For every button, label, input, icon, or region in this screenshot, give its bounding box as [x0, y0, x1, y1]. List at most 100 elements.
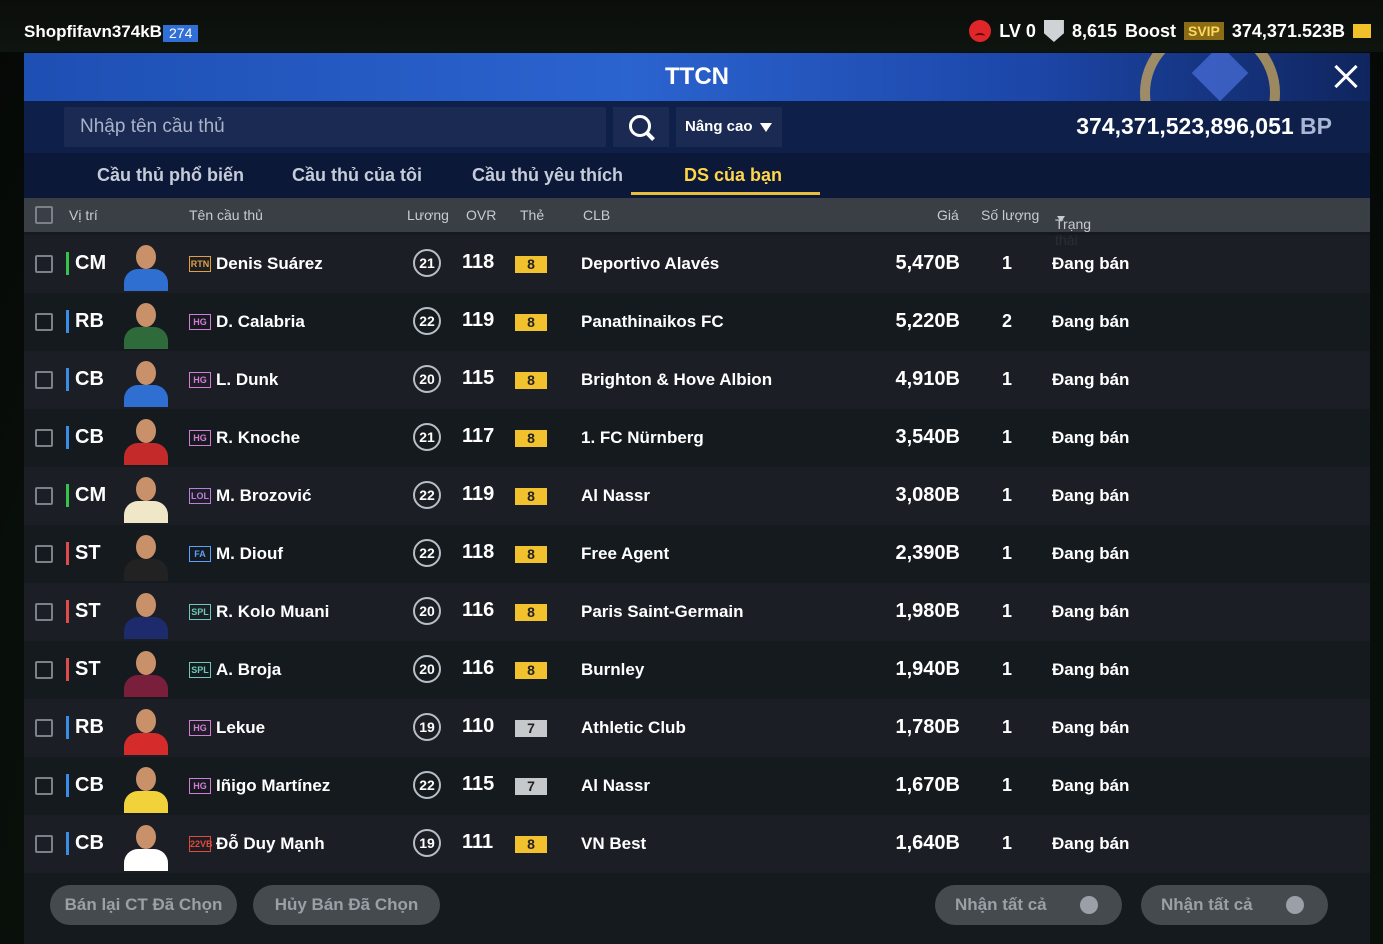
player-row[interactable]: ST FA M. Diouf 22 118 8 Free Agent 2,390B 1 Đang …	[24, 525, 1370, 583]
player-ovr: 119	[462, 483, 495, 505]
col-ovr: OVR	[466, 207, 497, 223]
player-row[interactable]: CB HG R. Knoche 21 117 8 1. FC Nürnberg 3,540B 1…	[24, 409, 1370, 467]
claim-all-items-button[interactable]: Nhận tất cả	[935, 885, 1122, 925]
card-grade-badge: 7	[515, 778, 547, 795]
player-avatar	[120, 587, 172, 639]
player-club: VN Best	[581, 834, 647, 853]
row-checkbox[interactable]	[35, 487, 53, 505]
tab-popular-players[interactable]: Cầu thủ phổ biến	[97, 165, 244, 186]
tab-your-list[interactable]: DS của bạn	[684, 165, 782, 186]
sale-status: Đang bán	[1052, 602, 1130, 621]
player-name[interactable]: A. Broja	[216, 660, 281, 680]
player-club: Paris Saint-Germain	[581, 602, 744, 621]
player-name[interactable]: D. Calabria	[216, 312, 305, 332]
player-name[interactable]: Lekue	[216, 718, 265, 738]
sale-status: Đang bán	[1052, 544, 1130, 563]
tab-favorite-players[interactable]: Cầu thủ yêu thích	[472, 165, 623, 186]
col-quantity: Số lượng	[981, 207, 1040, 223]
boost-label[interactable]: Boost	[1125, 21, 1176, 42]
tab-bar: Cầu thủ phổ biến Cầu thủ của tôi Cầu thủ…	[24, 153, 1370, 198]
player-name[interactable]: L. Dunk	[216, 370, 278, 390]
player-quantity: 1	[1002, 833, 1013, 853]
row-checkbox[interactable]	[35, 313, 53, 331]
salary-badge: 20	[413, 655, 441, 683]
player-price: 1,670B	[895, 774, 961, 796]
sale-status: Đang bán	[1052, 834, 1130, 853]
player-club: Free Agent	[581, 544, 670, 563]
player-ovr: 118	[462, 251, 495, 273]
resell-selected-button[interactable]: Bán lại CT Đã Chọn	[50, 885, 237, 925]
player-price: 4,910B	[895, 368, 961, 390]
player-price: 3,080B	[895, 484, 961, 506]
select-all-checkbox[interactable]	[35, 206, 53, 224]
player-name[interactable]: Đỗ Duy Mạnh	[216, 834, 325, 854]
sale-status: Đang bán	[1052, 428, 1130, 447]
card-grade-badge: 8	[515, 546, 547, 563]
panel-header: TTCN	[24, 53, 1370, 101]
shirt-icon	[1080, 896, 1098, 914]
player-name[interactable]: Denis Suárez	[216, 254, 323, 274]
token-count: 8,615	[1071, 20, 1117, 41]
player-avatar	[120, 529, 172, 581]
season-badge: FA	[189, 546, 211, 562]
player-position: CB	[66, 832, 104, 855]
player-row[interactable]: ST SPL R. Kolo Muani 20 116 8 Paris Saint-Germ…	[24, 583, 1370, 641]
shield-icon	[1043, 20, 1064, 42]
claim-all-bp-button[interactable]: Nhận tất cả	[1141, 885, 1328, 925]
advanced-filter-dropdown[interactable]: Nâng cao	[676, 107, 782, 147]
col-name: Tên cầu thủ	[189, 207, 263, 223]
column-header: Vị trí Tên cầu thủ Lương OVR Thẻ CLB Giá…	[24, 198, 1370, 248]
player-row[interactable]: ST SPL A. Broja 20 116 8 Burnley 1,940B 1 Đang bá…	[24, 641, 1370, 699]
row-checkbox[interactable]	[35, 777, 53, 795]
player-row[interactable]: RB HG Lekue 19 110 7 Athletic Club 1,780B 1 Đang …	[24, 699, 1370, 757]
cancel-sale-selected-button[interactable]: Hủy Bán Đã Chọn	[253, 885, 440, 925]
player-row[interactable]: CM RTN Denis Suárez 21 118 8 Deportivo Alavés 5…	[24, 235, 1370, 293]
sale-status: Đang bán	[1052, 312, 1130, 331]
player-row[interactable]: CB 22VB Đỗ Duy Mạnh 19 111 8 VN Best 1,640B 1 Đan…	[24, 815, 1370, 873]
row-checkbox[interactable]	[35, 719, 53, 737]
row-checkbox[interactable]	[35, 545, 53, 563]
player-row[interactable]: RB HG D. Calabria 22 119 8 Panathinaikos FC 5,2…	[24, 293, 1370, 351]
search-button[interactable]	[613, 107, 669, 147]
player-row[interactable]: CB HG Iñigo Martínez 22 115 7 Al Nassr 1,670B 1 Đ…	[24, 757, 1370, 815]
player-position: CB	[66, 774, 104, 797]
card-grade-badge: 8	[515, 430, 547, 447]
search-row: Nâng cao 374,371,523,896,051 BP	[24, 101, 1370, 153]
player-price: 1,980B	[895, 600, 961, 622]
coin-balance: 374,371.523B	[1231, 20, 1345, 41]
player-name[interactable]: M. Diouf	[216, 544, 283, 564]
footer-actions: Bán lại CT Đã Chọn Hủy Bán Đã Chọn Nhận …	[24, 883, 1370, 939]
card-grade-badge: 8	[515, 256, 547, 273]
user-level-badge: 274	[163, 25, 199, 42]
player-name[interactable]: R. Kolo Muani	[216, 602, 329, 622]
top-status-bar: Shopfifavn374kBp 274 LV 0 8,615 Boost SV…	[0, 0, 1383, 52]
player-quantity: 1	[1002, 775, 1013, 795]
close-icon[interactable]	[1322, 53, 1370, 101]
caret-down-icon	[760, 123, 772, 132]
player-ovr: 119	[462, 309, 495, 331]
player-quantity: 1	[1002, 253, 1013, 273]
tab-my-players[interactable]: Cầu thủ của tôi	[292, 165, 422, 186]
salary-badge: 20	[413, 597, 441, 625]
player-name[interactable]: Iñigo Martínez	[216, 776, 330, 796]
player-row[interactable]: CB HG L. Dunk 20 115 8 Brighton & Hove Albion 4…	[24, 351, 1370, 409]
row-checkbox[interactable]	[35, 835, 53, 853]
player-ovr: 110	[462, 715, 495, 737]
player-name[interactable]: M. Brozović	[216, 486, 311, 506]
player-ovr: 116	[462, 657, 495, 679]
bp-amount: 374,371,523,896,051	[1076, 113, 1294, 139]
row-checkbox[interactable]	[35, 429, 53, 447]
player-ovr: 116	[462, 599, 495, 621]
player-row[interactable]: CM LOL M. Brozović 22 119 8 Al Nassr 3,080B 1 Đan…	[24, 467, 1370, 525]
player-position: RB	[66, 716, 104, 739]
row-checkbox[interactable]	[35, 603, 53, 621]
row-checkbox[interactable]	[35, 255, 53, 273]
salary-badge: 19	[413, 713, 441, 741]
player-name[interactable]: R. Knoche	[216, 428, 300, 448]
player-quantity: 1	[1002, 485, 1013, 505]
search-input[interactable]	[64, 107, 606, 147]
claim-all-bp-label: Nhận tất cả	[1161, 895, 1253, 914]
row-checkbox[interactable]	[35, 661, 53, 679]
row-checkbox[interactable]	[35, 371, 53, 389]
col-salary: Lương	[407, 207, 449, 223]
